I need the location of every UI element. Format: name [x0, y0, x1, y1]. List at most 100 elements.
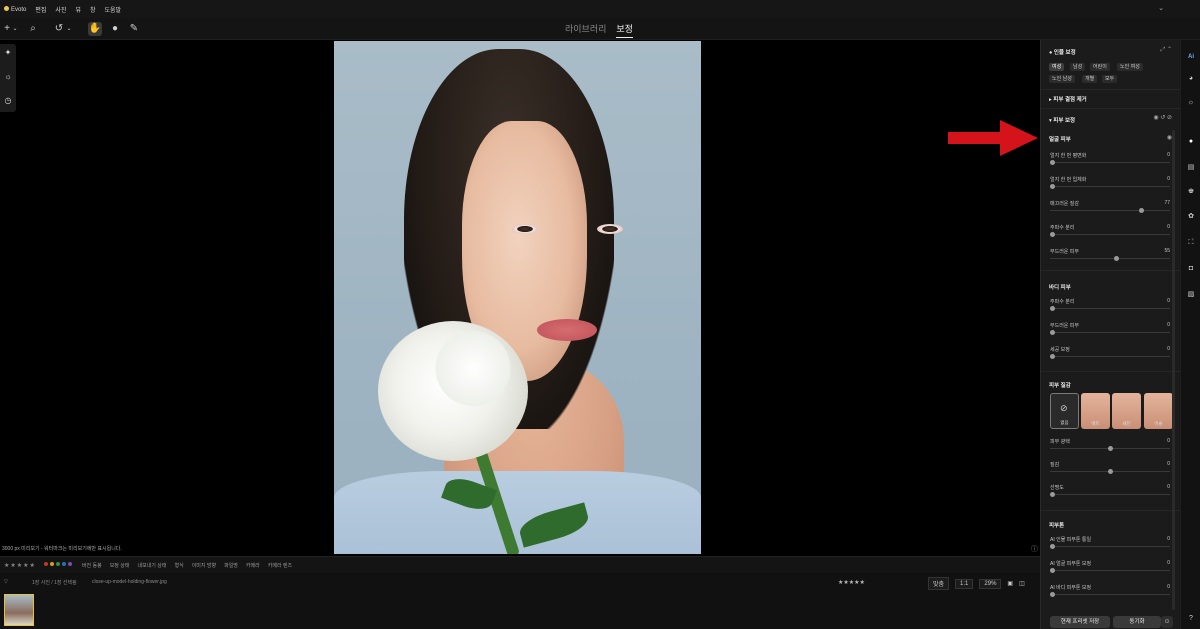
slider-track[interactable]	[1050, 354, 1170, 359]
history-icon[interactable]: ◷	[3, 96, 13, 106]
help-icon[interactable]: ?	[1186, 614, 1196, 624]
slider-track[interactable]	[1050, 544, 1170, 549]
window-control-icon[interactable]: ⌄	[1158, 4, 1164, 12]
slider-knob[interactable]	[1050, 492, 1055, 497]
slider-value[interactable]: 0	[1167, 346, 1170, 352]
tab-retouch[interactable]: 보정	[616, 22, 633, 38]
crop-icon[interactable]: ⛶	[1186, 238, 1196, 248]
main-photo[interactable]	[334, 41, 701, 554]
chip-elder-female[interactable]: 노인 여성	[1117, 63, 1143, 71]
slider-knob[interactable]	[1050, 592, 1055, 597]
slider-track[interactable]	[1050, 492, 1170, 497]
chip-male[interactable]: 남성	[1070, 63, 1086, 71]
slider-value[interactable]: 0	[1167, 152, 1170, 158]
slider-value[interactable]: 0	[1167, 438, 1170, 444]
slider-value[interactable]: 0	[1167, 322, 1170, 328]
zoom-icon[interactable]: ⌕	[27, 22, 39, 36]
tab-library[interactable]: 라이브러리	[565, 22, 606, 38]
menu-item-view[interactable]: 뷰	[75, 5, 81, 14]
rating-filter[interactable]: ★★★★★	[4, 562, 36, 569]
info-icon[interactable]: ⓘ	[1031, 544, 1038, 554]
pen-tool-icon[interactable]: ✎	[128, 22, 140, 36]
ratio-button[interactable]: 1:1	[955, 578, 974, 589]
slider-value[interactable]: 0	[1167, 176, 1170, 182]
portrait-icon[interactable]: ●	[1186, 137, 1196, 147]
texture-none[interactable]: ⊘ 없음	[1050, 393, 1079, 429]
skin-section-actions-icon[interactable]: ◉ ↺ ⊘	[1153, 114, 1172, 121]
filter-lens[interactable]: 카메라 렌즈	[268, 562, 292, 569]
slider-value[interactable]: 77	[1164, 200, 1170, 206]
slider-track[interactable]	[1050, 446, 1170, 451]
slider-knob[interactable]	[1050, 330, 1055, 335]
slider-track[interactable]	[1050, 330, 1170, 335]
texture-matte[interactable]: 매트	[1081, 393, 1110, 429]
texture-dew[interactable]: 이슬	[1144, 393, 1173, 429]
slider-track[interactable]	[1050, 306, 1170, 311]
chip-elder-male[interactable]: 노인 남성	[1049, 75, 1075, 83]
sync-button[interactable]: 동기화	[1113, 616, 1161, 628]
ai-icon[interactable]: Ai	[1186, 52, 1196, 62]
light-icon[interactable]: ☼	[1186, 98, 1196, 108]
chip-all[interactable]: 모두	[1102, 75, 1118, 83]
menu-item-window[interactable]: 창	[90, 5, 96, 14]
skin-section[interactable]: ▾ 피부 보정	[1049, 116, 1075, 124]
add-icon[interactable]: +	[2, 22, 12, 36]
paw-icon[interactable]: ✿	[1186, 212, 1196, 222]
menu-item-photo[interactable]: 사진	[55, 5, 66, 14]
panel-scrollbar[interactable]	[1172, 130, 1175, 610]
app-menu[interactable]: Evoto	[4, 5, 26, 13]
clothing-icon[interactable]: ♚	[1186, 187, 1196, 197]
slider-track[interactable]	[1050, 160, 1170, 165]
view-single-icon[interactable]: ▣	[1007, 580, 1013, 587]
filter-export-status[interactable]: 내보내기 상태	[138, 562, 167, 569]
save-preset-button[interactable]: 현재 프리셋 저장	[1050, 616, 1110, 628]
menu-item-help[interactable]: 도움말	[105, 5, 122, 14]
slider-value[interactable]: 0	[1167, 484, 1170, 490]
light-icon[interactable]: ☼	[3, 72, 13, 82]
panel-expand-icon[interactable]: ⤢ ⌃	[1161, 46, 1173, 54]
folder-icon[interactable]: ▨	[1186, 290, 1196, 300]
blemish-section[interactable]: ▸ 피부 결점 제거	[1049, 95, 1087, 103]
slider-track[interactable]	[1050, 592, 1170, 597]
slider-knob[interactable]	[1050, 160, 1055, 165]
slider-value[interactable]: 0	[1167, 560, 1170, 566]
filter-camera[interactable]: 카메라	[246, 562, 260, 569]
slider-track[interactable]	[1050, 568, 1170, 573]
slider-value[interactable]: 0	[1167, 536, 1170, 542]
undo-icon[interactable]: ↺	[53, 22, 65, 36]
layout-icon[interactable]: ▤	[1186, 163, 1196, 173]
slider-knob[interactable]	[1139, 208, 1145, 213]
view-compare-icon[interactable]: ◫	[1019, 580, 1025, 587]
auto-enhance-icon[interactable]: ✦	[3, 48, 13, 58]
sync-settings-icon[interactable]: ⊙	[1161, 616, 1173, 628]
photo-rating[interactable]: ★★★★★	[838, 579, 865, 586]
slider-knob[interactable]	[1050, 568, 1055, 573]
slider-knob[interactable]	[1050, 232, 1055, 237]
chevron-down-icon[interactable]: ⌄	[66, 22, 72, 36]
slider-knob[interactable]	[1050, 306, 1055, 311]
slider-value[interactable]: 0	[1167, 224, 1170, 230]
filmstrip-thumbnail[interactable]	[4, 594, 34, 626]
filter-format[interactable]: 형식	[175, 562, 184, 569]
slider-value[interactable]: 0	[1167, 298, 1170, 304]
slider-knob[interactable]	[1108, 469, 1113, 474]
hand-tool-icon[interactable]: ✋	[88, 22, 102, 36]
chip-child[interactable]: 어린이	[1090, 63, 1110, 71]
slider-track[interactable]	[1050, 208, 1170, 213]
filter-version[interactable]: 버전 동봉	[82, 562, 102, 569]
slider-knob[interactable]	[1050, 544, 1055, 549]
chip-female[interactable]: 여성	[1049, 63, 1065, 71]
slider-knob[interactable]	[1113, 256, 1119, 261]
camera-icon[interactable]: ◘	[1186, 264, 1196, 274]
brush-tool-icon[interactable]: ●	[109, 22, 121, 36]
texture-satin[interactable]: 새틴	[1112, 393, 1141, 429]
slider-value[interactable]: 55	[1164, 248, 1170, 254]
palette-icon[interactable]: ◕	[1186, 74, 1196, 84]
filter-retouch-status[interactable]: 보정 상태	[110, 562, 130, 569]
menu-item-edit[interactable]: 편집	[35, 5, 46, 14]
fit-button[interactable]: 맞춤	[928, 577, 950, 590]
slider-knob[interactable]	[1050, 354, 1055, 359]
filter-icon[interactable]: ▽	[4, 579, 8, 585]
slider-knob[interactable]	[1050, 184, 1055, 189]
slider-knob[interactable]	[1108, 446, 1113, 451]
